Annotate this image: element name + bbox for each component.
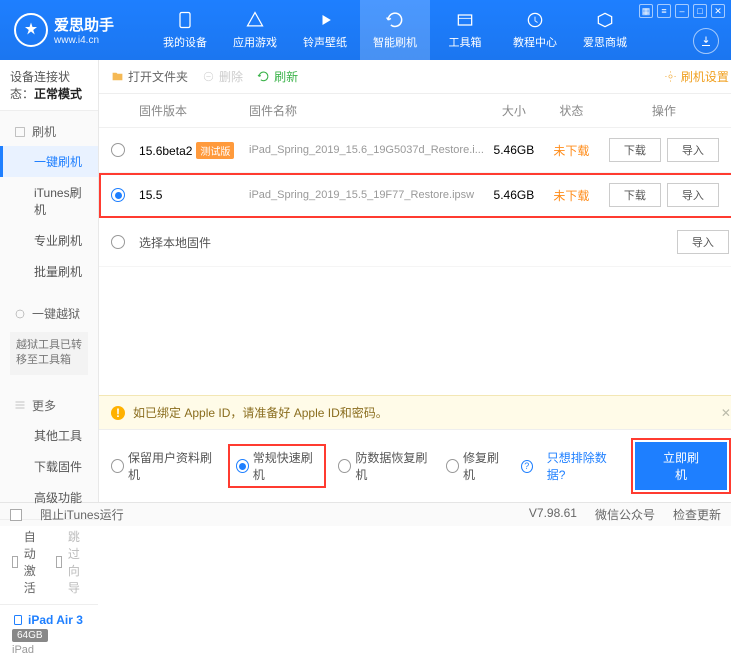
- download-button[interactable]: 下载: [609, 138, 661, 162]
- refresh-button[interactable]: 刷新: [257, 68, 298, 85]
- jailbreak-note: 越狱工具已转移至工具箱: [10, 332, 88, 375]
- device-info[interactable]: iPad Air 3 64GB iPad: [0, 604, 98, 664]
- mode-repair[interactable]: 修复刷机: [446, 449, 507, 483]
- sidebar-section-more[interactable]: 更多: [0, 391, 98, 420]
- mode-anti-recover[interactable]: 防数据恢复刷机: [338, 449, 432, 483]
- open-folder-button[interactable]: 打开文件夹: [111, 68, 188, 85]
- flash-settings-button[interactable]: 刷机设置: [664, 68, 729, 85]
- firmware-row[interactable]: 15.5iPad_Spring_2019_15.5_19F77_Restore.…: [99, 173, 731, 218]
- warning-close-icon[interactable]: ✕: [721, 406, 731, 420]
- check-update-link[interactable]: 检查更新: [673, 506, 721, 523]
- version-label: V7.98.61: [529, 506, 577, 523]
- logo-icon: [14, 13, 48, 47]
- skin-button[interactable]: ▦: [639, 4, 653, 18]
- block-itunes-checkbox[interactable]: [10, 509, 22, 521]
- warning-icon: !: [111, 406, 125, 420]
- download-manager-icon[interactable]: [693, 28, 719, 54]
- sidebar-section-jailbreak[interactable]: 一键越狱: [0, 299, 98, 328]
- sidebar-flash-0[interactable]: 一键刷机: [0, 146, 98, 177]
- tablet-icon: [12, 614, 24, 626]
- minimize-button[interactable]: –: [675, 4, 689, 18]
- nav-1[interactable]: 应用游戏: [220, 0, 290, 60]
- nav-0[interactable]: 我的设备: [150, 0, 220, 60]
- local-firmware-label: 选择本地固件: [139, 234, 211, 251]
- skip-guide-checkbox[interactable]: [56, 556, 62, 568]
- maximize-button[interactable]: □: [693, 4, 707, 18]
- import-button[interactable]: 导入: [667, 183, 719, 207]
- warning-text: 如已绑定 Apple ID，请准备好 Apple ID和密码。: [133, 404, 388, 421]
- col-filename: 固件名称: [249, 102, 484, 119]
- col-version: 固件版本: [139, 102, 249, 119]
- sidebar-flash-2[interactable]: 专业刷机: [0, 225, 98, 256]
- local-firmware-radio[interactable]: [111, 235, 125, 249]
- exclude-data-link[interactable]: 只想排除数据?: [547, 449, 619, 483]
- nav-3[interactable]: 智能刷机: [360, 0, 430, 60]
- wechat-link[interactable]: 微信公众号: [595, 506, 655, 523]
- nav-5[interactable]: 教程中心: [500, 0, 570, 60]
- app-name: 爱思助手: [54, 14, 114, 35]
- mode-normal-fast[interactable]: 常规快速刷机: [230, 446, 325, 486]
- sidebar-flash-1[interactable]: iTunes刷机: [0, 177, 98, 225]
- app-url: www.i4.cn: [54, 35, 114, 46]
- col-status: 状态: [544, 102, 599, 119]
- sidebar-section-flash[interactable]: 刷机: [0, 117, 98, 146]
- sidebar-more-0[interactable]: 其他工具: [0, 420, 98, 451]
- delete-button[interactable]: 删除: [202, 68, 243, 85]
- import-local-button[interactable]: 导入: [677, 230, 729, 254]
- info-icon[interactable]: ?: [521, 460, 533, 473]
- sidebar-flash-3[interactable]: 批量刷机: [0, 256, 98, 287]
- import-button[interactable]: 导入: [667, 138, 719, 162]
- row-radio[interactable]: [111, 143, 125, 157]
- col-operation: 操作: [599, 102, 729, 119]
- mode-keep-data[interactable]: 保留用户资料刷机: [111, 449, 216, 483]
- download-button[interactable]: 下载: [609, 183, 661, 207]
- nav-6[interactable]: 爱思商城: [570, 0, 640, 60]
- auto-activate-checkbox[interactable]: [12, 556, 18, 568]
- menu-button[interactable]: ≡: [657, 4, 671, 18]
- flash-now-button[interactable]: 立即刷机: [635, 442, 727, 490]
- col-size: 大小: [484, 102, 544, 119]
- nav-2[interactable]: 铃声壁纸: [290, 0, 360, 60]
- close-button[interactable]: ✕: [711, 4, 725, 18]
- sidebar-more-1[interactable]: 下载固件: [0, 451, 98, 482]
- nav-4[interactable]: 工具箱: [430, 0, 500, 60]
- connection-status: 设备连接状态：正常模式: [0, 60, 98, 111]
- app-logo: 爱思助手www.i4.cn: [0, 0, 150, 60]
- row-radio[interactable]: [111, 188, 125, 202]
- firmware-row[interactable]: 15.6beta2测试版iPad_Spring_2019_15.6_19G503…: [99, 128, 731, 173]
